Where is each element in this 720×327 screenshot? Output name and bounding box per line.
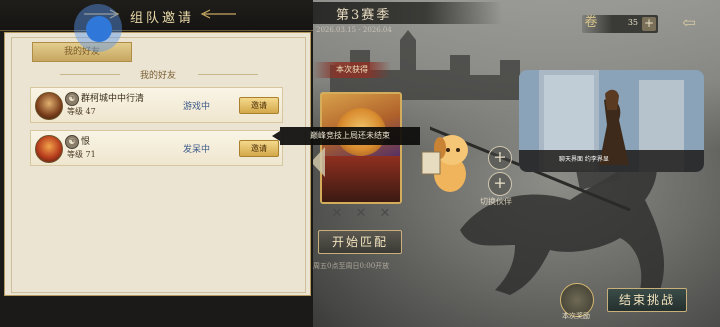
add-partner-top-button[interactable]: + bbox=[488, 146, 512, 170]
scroll-icon: 卷 bbox=[584, 15, 598, 30]
card-art-lower bbox=[322, 156, 400, 202]
header-ornament-right bbox=[200, 9, 236, 19]
friend-row: ☯ 群柯城中中行清 等级 47 游戏中 邀请 bbox=[30, 87, 283, 123]
switch-partner-label[interactable]: 切换伙伴 bbox=[480, 196, 512, 207]
section-title: 我的好友 bbox=[139, 71, 176, 81]
game-screen: 第3赛季 2026.03.15 - 2026.04 本次获得 + + 切换伙伴 … bbox=[0, 0, 720, 327]
avatar bbox=[35, 92, 63, 120]
friend-level: 等级 71 bbox=[67, 150, 96, 159]
friend-status: 游戏中 bbox=[183, 102, 211, 112]
yin-yang-icon: ☯ bbox=[65, 92, 79, 106]
start-match-schedule: 周五0点至周日0:00开放 bbox=[313, 262, 390, 270]
slot-icon: ✕ bbox=[355, 206, 367, 221]
video-overlay[interactable]: 聊天界面 约李界显 bbox=[519, 70, 704, 172]
friend-row: ☯ 恨 等级 71 发呆中 邀请 bbox=[30, 130, 283, 166]
hero-card[interactable] bbox=[320, 92, 402, 204]
status-tooltip: 巅峰竞技上局还未结束 bbox=[272, 127, 420, 145]
slot-icon: ✕ bbox=[379, 206, 391, 221]
friend-name: 群柯城中中行清 bbox=[81, 94, 145, 104]
video-scene bbox=[519, 70, 704, 172]
season-date-range: 2026.03.15 - 2026.04 bbox=[316, 26, 392, 34]
panel-title: 组队邀请 bbox=[130, 11, 195, 26]
touch-indicator-dot bbox=[86, 16, 112, 42]
currency-value: 35 bbox=[627, 18, 638, 27]
friend-status: 发呆中 bbox=[183, 145, 211, 155]
yin-yang-icon: ☯ bbox=[65, 135, 79, 149]
back-arrow-icon[interactable]: ⇦ bbox=[674, 14, 704, 32]
friend-name: 恨 bbox=[81, 137, 91, 147]
start-match-button[interactable]: 开始匹配 bbox=[318, 230, 402, 254]
rewards-label: 本次获得 bbox=[313, 62, 391, 78]
end-challenge-button[interactable]: 结束挑战 bbox=[607, 288, 687, 312]
star-slots: ✕ ✕ ✕ bbox=[330, 207, 396, 221]
battle-reward-label: 本次奖励 bbox=[562, 312, 590, 320]
slot-icon: ✕ bbox=[331, 206, 343, 221]
avatar bbox=[35, 135, 63, 163]
friend-level: 等级 47 bbox=[67, 107, 96, 116]
video-caption: 聊天界面 约李界显 bbox=[559, 156, 609, 163]
invite-button[interactable]: 邀请 bbox=[239, 97, 279, 114]
dog-mascot bbox=[421, 135, 468, 192]
add-currency-button[interactable]: + bbox=[642, 17, 656, 31]
invite-button[interactable]: 邀请 bbox=[239, 140, 279, 157]
season-title: 第3赛季 bbox=[336, 8, 392, 23]
add-partner-bottom-button[interactable]: + bbox=[488, 172, 512, 196]
section-divider-right bbox=[198, 74, 258, 75]
